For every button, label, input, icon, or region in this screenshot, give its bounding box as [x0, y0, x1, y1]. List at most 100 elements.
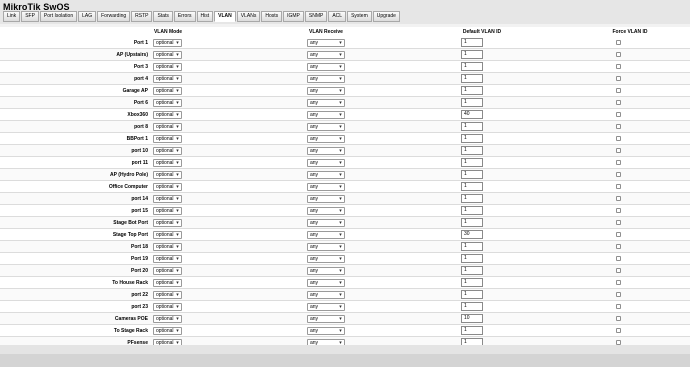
- vlan-mode-select[interactable]: optional ▾: [153, 231, 182, 239]
- force-vlan-id-checkbox[interactable]: [616, 268, 621, 273]
- vlan-receive-select[interactable]: any ▾: [307, 279, 345, 287]
- vlan-receive-select[interactable]: any ▾: [307, 63, 345, 71]
- default-vlan-id-input[interactable]: 1: [461, 254, 483, 263]
- default-vlan-id-input[interactable]: 1: [461, 194, 483, 203]
- tab-snmp[interactable]: SNMP: [304, 11, 328, 22]
- vlan-receive-select[interactable]: any ▾: [307, 315, 345, 323]
- default-vlan-id-input[interactable]: 1: [461, 302, 483, 311]
- vlan-mode-select[interactable]: optional ▾: [153, 75, 182, 83]
- vlan-receive-select[interactable]: any ▾: [307, 303, 345, 311]
- vlan-receive-select[interactable]: any ▾: [307, 123, 345, 131]
- vlan-receive-select[interactable]: any ▾: [307, 207, 345, 215]
- vlan-mode-select[interactable]: optional ▾: [153, 87, 182, 95]
- vlan-receive-select[interactable]: any ▾: [307, 195, 345, 203]
- tab-hist[interactable]: Hist: [196, 11, 214, 22]
- force-vlan-id-checkbox[interactable]: [616, 316, 621, 321]
- vlan-mode-select[interactable]: optional ▾: [153, 99, 182, 107]
- default-vlan-id-input[interactable]: 1: [461, 266, 483, 275]
- vlan-receive-select[interactable]: any ▾: [307, 243, 345, 251]
- default-vlan-id-input[interactable]: 40: [461, 110, 483, 119]
- vlan-mode-select[interactable]: optional ▾: [153, 171, 182, 179]
- default-vlan-id-input[interactable]: 1: [461, 206, 483, 215]
- vlan-mode-select[interactable]: optional ▾: [153, 39, 182, 47]
- vlan-receive-select[interactable]: any ▾: [307, 267, 345, 275]
- vlan-receive-select[interactable]: any ▾: [307, 147, 345, 155]
- tab-hosts[interactable]: Hosts: [261, 11, 283, 22]
- force-vlan-id-checkbox[interactable]: [616, 292, 621, 297]
- default-vlan-id-input[interactable]: 30: [461, 230, 483, 239]
- default-vlan-id-input[interactable]: 1: [461, 122, 483, 131]
- tab-stats[interactable]: Stats: [153, 11, 173, 22]
- default-vlan-id-input[interactable]: 1: [461, 218, 483, 227]
- default-vlan-id-input[interactable]: 1: [461, 290, 483, 299]
- vlan-receive-select[interactable]: any ▾: [307, 39, 345, 47]
- vlan-mode-select[interactable]: optional ▾: [153, 315, 182, 323]
- vlan-receive-select[interactable]: any ▾: [307, 231, 345, 239]
- force-vlan-id-checkbox[interactable]: [616, 124, 621, 129]
- force-vlan-id-checkbox[interactable]: [616, 196, 621, 201]
- vlan-mode-select[interactable]: optional ▾: [153, 291, 182, 299]
- tab-link[interactable]: Link: [3, 11, 21, 22]
- vlan-receive-select[interactable]: any ▾: [307, 51, 345, 59]
- default-vlan-id-input[interactable]: 1: [461, 62, 483, 71]
- vlan-mode-select[interactable]: optional ▾: [153, 243, 182, 251]
- vlan-mode-select[interactable]: optional ▾: [153, 207, 182, 215]
- force-vlan-id-checkbox[interactable]: [616, 52, 621, 57]
- force-vlan-id-checkbox[interactable]: [616, 64, 621, 69]
- vlan-mode-select[interactable]: optional ▾: [153, 63, 182, 71]
- tab-acl[interactable]: ACL: [328, 11, 347, 22]
- default-vlan-id-input[interactable]: 1: [461, 74, 483, 83]
- vlan-receive-select[interactable]: any ▾: [307, 219, 345, 227]
- vlan-mode-select[interactable]: optional ▾: [153, 135, 182, 143]
- default-vlan-id-input[interactable]: 1: [461, 170, 483, 179]
- force-vlan-id-checkbox[interactable]: [616, 304, 621, 309]
- tab-upgrade[interactable]: Upgrade: [372, 11, 400, 22]
- vlan-receive-select[interactable]: any ▾: [307, 255, 345, 263]
- vlan-mode-select[interactable]: optional ▾: [153, 327, 182, 335]
- vlan-mode-select[interactable]: optional ▾: [153, 111, 182, 119]
- default-vlan-id-input[interactable]: 1: [461, 242, 483, 251]
- vlan-mode-select[interactable]: optional ▾: [153, 219, 182, 227]
- vlan-mode-select[interactable]: optional ▾: [153, 279, 182, 287]
- vlan-receive-select[interactable]: any ▾: [307, 135, 345, 143]
- vlan-receive-select[interactable]: any ▾: [307, 75, 345, 83]
- default-vlan-id-input[interactable]: 1: [461, 278, 483, 287]
- default-vlan-id-input[interactable]: 1: [461, 158, 483, 167]
- vlan-receive-select[interactable]: any ▾: [307, 111, 345, 119]
- vlan-receive-select[interactable]: any ▾: [307, 99, 345, 107]
- tab-lag[interactable]: LAG: [78, 11, 97, 22]
- default-vlan-id-input[interactable]: 1: [461, 146, 483, 155]
- force-vlan-id-checkbox[interactable]: [616, 328, 621, 333]
- default-vlan-id-input[interactable]: 1: [461, 38, 483, 47]
- tab-vlan[interactable]: VLAN: [214, 11, 236, 22]
- force-vlan-id-checkbox[interactable]: [616, 220, 621, 225]
- tab-errors[interactable]: Errors: [173, 11, 196, 22]
- vlan-mode-select[interactable]: optional ▾: [153, 123, 182, 131]
- force-vlan-id-checkbox[interactable]: [616, 172, 621, 177]
- vlan-mode-select[interactable]: optional ▾: [153, 255, 182, 263]
- tab-system[interactable]: System: [347, 11, 372, 22]
- force-vlan-id-checkbox[interactable]: [616, 244, 621, 249]
- tab-port-isolation[interactable]: Port Isolation: [39, 11, 78, 22]
- vlan-receive-select[interactable]: any ▾: [307, 183, 345, 191]
- tab-sfp[interactable]: SFP: [21, 11, 39, 22]
- tab-rstp[interactable]: RSTP: [131, 11, 153, 22]
- vlan-mode-select[interactable]: optional ▾: [153, 195, 182, 203]
- force-vlan-id-checkbox[interactable]: [616, 208, 621, 213]
- force-vlan-id-checkbox[interactable]: [616, 88, 621, 93]
- vlan-mode-select[interactable]: optional ▾: [153, 183, 182, 191]
- vlan-receive-select[interactable]: any ▾: [307, 291, 345, 299]
- vlan-receive-select[interactable]: any ▾: [307, 87, 345, 95]
- force-vlan-id-checkbox[interactable]: [616, 136, 621, 141]
- default-vlan-id-input[interactable]: 1: [461, 86, 483, 95]
- vlan-mode-select[interactable]: optional ▾: [153, 147, 182, 155]
- vlan-mode-select[interactable]: optional ▾: [153, 51, 182, 59]
- tab-forwarding[interactable]: Forwarding: [97, 11, 131, 22]
- force-vlan-id-checkbox[interactable]: [616, 76, 621, 81]
- force-vlan-id-checkbox[interactable]: [616, 40, 621, 45]
- default-vlan-id-input[interactable]: 1: [461, 134, 483, 143]
- force-vlan-id-checkbox[interactable]: [616, 256, 621, 261]
- force-vlan-id-checkbox[interactable]: [616, 100, 621, 105]
- default-vlan-id-input[interactable]: 1: [461, 182, 483, 191]
- force-vlan-id-checkbox[interactable]: [616, 184, 621, 189]
